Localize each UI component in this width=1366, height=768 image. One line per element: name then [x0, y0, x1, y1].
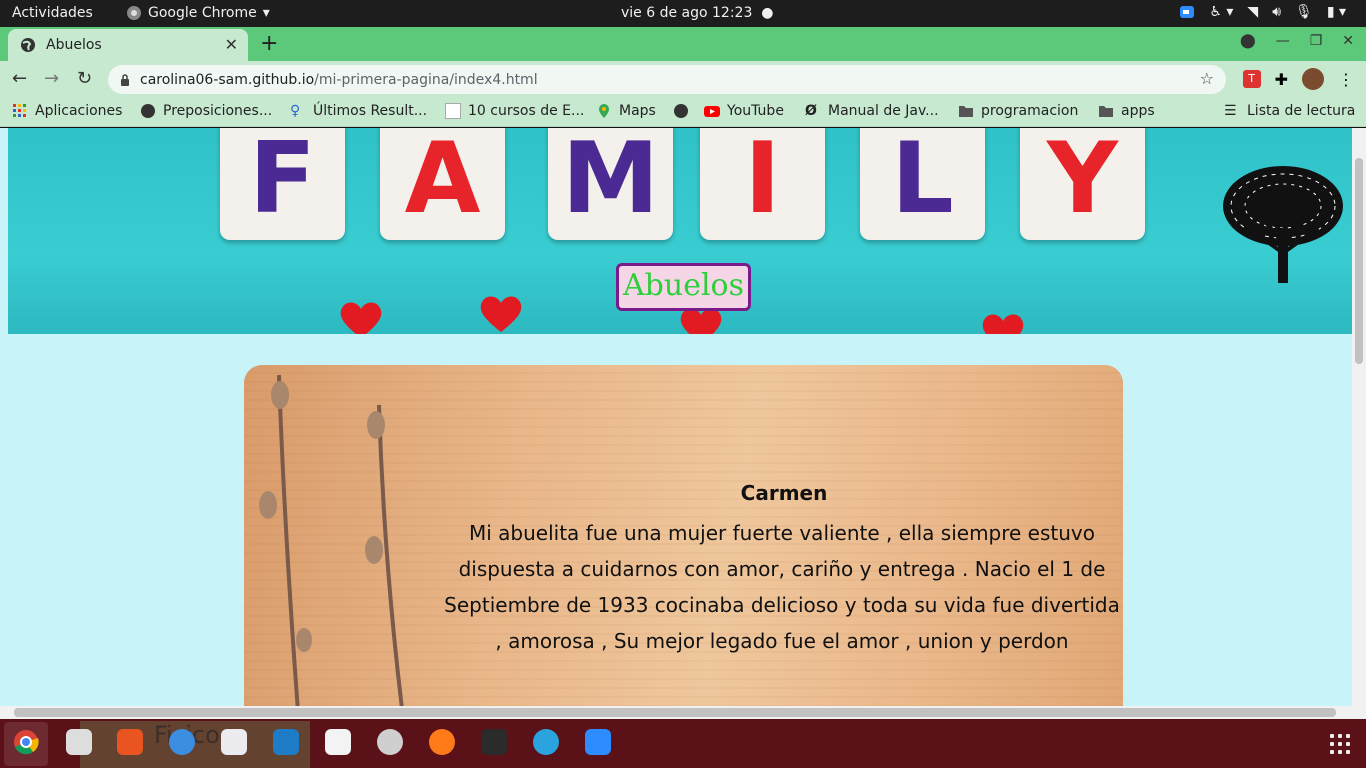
tab-search-icon[interactable]: ⬤	[1240, 33, 1256, 49]
restore-icon[interactable]: ❐	[1310, 33, 1323, 49]
close-tab-icon[interactable]: ✕	[225, 35, 238, 54]
bookmark-apps[interactable]: apps	[1098, 103, 1155, 119]
heart-icon	[480, 296, 522, 332]
tab-strip: Abuelos ✕ + ⬤ — ❐ ✕	[0, 27, 1366, 61]
zoom-icon[interactable]	[585, 729, 611, 755]
taskbar-dock: Fisico	[0, 719, 1366, 768]
letter-tile: I	[700, 128, 825, 240]
terminal-icon[interactable]	[481, 729, 507, 755]
back-icon[interactable]: ←	[12, 68, 27, 89]
bookmark-youtube[interactable]: YouTube	[704, 103, 784, 119]
heart-icon	[340, 302, 382, 334]
app-menu[interactable]: Google Chrome ▾	[126, 5, 270, 21]
letter-tile: A	[380, 128, 505, 240]
bookmark-globe[interactable]	[673, 103, 689, 119]
vscode-icon[interactable]	[273, 729, 299, 755]
reload-icon[interactable]: ↻	[77, 68, 92, 89]
url-path: /mi-primera-pagina/index4.html	[314, 71, 538, 88]
horizontal-scrollbar[interactable]	[0, 706, 1366, 719]
address-bar[interactable]: carolina06-sam.github.io/mi-primera-pagi…	[108, 65, 1226, 94]
maps-pin-icon	[599, 104, 609, 118]
scrollbar-thumb[interactable]	[14, 708, 1336, 717]
reading-list[interactable]: ☰ Lista de lectura	[1224, 103, 1355, 119]
branches-decoration	[259, 374, 404, 706]
reading-list-icon: ☰	[1224, 103, 1237, 119]
bookmarks-bar: Aplicaciones Preposiciones... ♀ Últimos …	[0, 97, 1366, 127]
folder-icon	[959, 106, 973, 117]
bookmark-star-icon[interactable]: ☆	[1200, 69, 1214, 88]
scrollbar-thumb[interactable]	[1355, 158, 1363, 364]
site-icon	[445, 103, 461, 119]
app-name: Google Chrome	[148, 5, 257, 21]
page-title: Abuelos	[616, 263, 751, 311]
settings-toggle-icon[interactable]	[221, 729, 247, 755]
family-tree-icon	[1223, 166, 1343, 283]
letter-tile: F	[220, 128, 345, 240]
software-icon[interactable]	[117, 729, 143, 755]
lock-icon	[121, 73, 129, 86]
grandparent-card: Carmen Mi abuelita fue una mujer fuerte …	[244, 365, 1123, 706]
volume-icon: 🔊︎	[1272, 4, 1282, 20]
link-icon: Ø	[805, 103, 817, 119]
files-icon[interactable]	[66, 729, 92, 755]
chrome-icon[interactable]	[13, 729, 39, 755]
help-icon[interactable]	[169, 729, 195, 755]
chevron-down-icon: ▾	[262, 5, 270, 21]
letter-tile: M	[548, 128, 673, 240]
text-editor-icon[interactable]	[325, 729, 351, 755]
page-viewport: F A M I L Y Abuelos Carmen Mi abuelita f…	[0, 128, 1352, 706]
bookmark-maps[interactable]: Maps	[596, 103, 656, 119]
avatar[interactable]	[1302, 68, 1324, 90]
bookmark-programacion[interactable]: programacion	[958, 103, 1078, 119]
show-applications-icon[interactable]	[1330, 734, 1350, 754]
battery-icon: ▮ ▾	[1326, 4, 1346, 20]
wifi-icon: ◥	[1247, 4, 1259, 20]
activities-button[interactable]: Actividades	[12, 5, 93, 21]
extension-icon[interactable]: T	[1242, 70, 1261, 88]
extensions-area: T ✚ ⋮	[1242, 68, 1354, 90]
microphone-icon: 🎙︎	[1295, 4, 1313, 20]
accessibility-icon: ♿ ▾	[1209, 4, 1234, 20]
clock[interactable]: vie 6 de ago 12:23 ●	[621, 5, 774, 21]
grandparent-description: Mi abuelita fue una mujer fuerte valient…	[444, 521, 1120, 653]
bookmark-preposiciones[interactable]: Preposiciones...	[140, 103, 272, 119]
firefox-icon[interactable]	[429, 729, 455, 755]
window-controls: ⬤ — ❐ ✕	[1240, 33, 1354, 49]
vertical-scrollbar[interactable]	[1352, 128, 1366, 706]
forward-icon[interactable]: →	[44, 68, 59, 89]
menu-kebab-icon[interactable]: ⋮	[1338, 70, 1354, 89]
system-settings-icon[interactable]	[377, 729, 403, 755]
bookmark-manual-java[interactable]: Ø Manual de Jav...	[805, 103, 939, 119]
telegram-icon[interactable]	[533, 729, 559, 755]
tab-abuelos[interactable]: Abuelos ✕	[8, 29, 248, 61]
tab-title: Abuelos	[46, 37, 102, 53]
new-tab-button[interactable]: +	[260, 31, 278, 56]
minimize-icon[interactable]: —	[1276, 33, 1290, 49]
heart-icon	[982, 314, 1024, 334]
bookmark-10-cursos[interactable]: 10 cursos de E...	[445, 103, 584, 119]
letter-tile: L	[860, 128, 985, 240]
close-window-icon[interactable]: ✕	[1342, 33, 1354, 49]
bookmark-aplicaciones[interactable]: Aplicaciones	[12, 103, 122, 119]
globe-icon	[21, 38, 35, 52]
system-top-bar: Actividades Google Chrome ▾ vie 6 de ago…	[0, 0, 1366, 27]
apps-grid-icon	[13, 104, 26, 117]
search-person-icon: ♀	[290, 103, 301, 119]
folder-icon	[1099, 106, 1113, 117]
url-host: carolina06-sam.github.io	[140, 71, 315, 88]
browser-toolbar: ← → ↻ carolina06-sam.github.io/mi-primer…	[0, 61, 1366, 97]
globe-icon	[141, 104, 155, 118]
grandparent-name: Carmen	[740, 481, 828, 505]
system-tray[interactable]: ♿ ▾ ◥ 🔊︎ 🎙︎ ▮ ▾	[1179, 4, 1346, 20]
family-banner: F A M I L Y Abuelos	[8, 128, 1352, 334]
zoom-tray-icon	[1180, 6, 1195, 18]
youtube-icon	[704, 106, 720, 117]
chrome-small-icon	[127, 6, 141, 20]
bookmark-ultimos-resultados[interactable]: ♀ Últimos Result...	[290, 103, 427, 119]
puzzle-icon[interactable]: ✚	[1275, 70, 1288, 89]
letter-tile: Y	[1020, 128, 1145, 240]
globe-icon	[674, 104, 688, 118]
